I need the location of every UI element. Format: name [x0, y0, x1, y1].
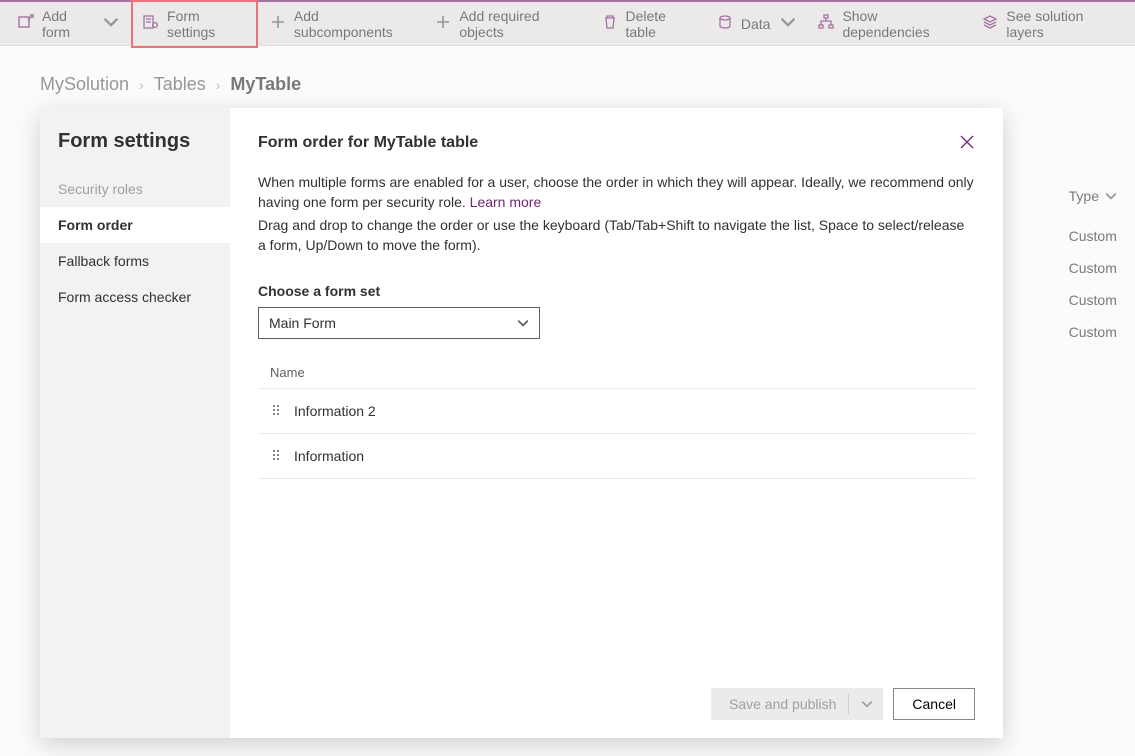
panel-title: Form settings — [40, 130, 230, 171]
form-settings-panel: Form settings Security roles Form order … — [40, 108, 1003, 738]
form-row-label: Information 2 — [294, 403, 376, 419]
nav-fallback-forms[interactable]: Fallback forms — [40, 243, 230, 279]
form-set-select[interactable]: Main Form — [258, 307, 540, 339]
panel-description-2: Drag and drop to change the order or use… — [258, 215, 975, 256]
form-row-label: Information — [294, 448, 364, 464]
panel-main: Form order for MyTable table When multip… — [230, 108, 1003, 738]
close-button[interactable] — [951, 126, 983, 158]
form-order-row[interactable]: Information — [258, 434, 975, 479]
panel-description-1: When multiple forms are enabled for a us… — [258, 172, 975, 213]
panel-footer: Save and publish Cancel — [258, 688, 975, 720]
desc-text-1: When multiple forms are enabled for a us… — [258, 174, 974, 210]
form-list-header: Name — [258, 357, 975, 389]
nav-form-order[interactable]: Form order — [40, 207, 230, 243]
form-set-value: Main Form — [269, 315, 336, 331]
button-split-divider — [848, 694, 849, 714]
cancel-button[interactable]: Cancel — [893, 688, 975, 720]
save-and-publish-button: Save and publish — [711, 688, 883, 720]
drag-handle-icon[interactable] — [270, 448, 282, 464]
panel-heading: Form order for MyTable table — [258, 134, 975, 152]
drag-handle-icon[interactable] — [270, 403, 282, 419]
learn-more-link[interactable]: Learn more — [470, 194, 542, 210]
chevron-down-icon — [517, 317, 529, 329]
panel-nav: Form settings Security roles Form order … — [40, 108, 230, 738]
choose-form-set-label: Choose a form set — [258, 283, 975, 299]
nav-security-roles[interactable]: Security roles — [40, 171, 230, 207]
save-publish-label: Save and publish — [729, 696, 836, 712]
nav-form-access-checker[interactable]: Form access checker — [40, 279, 230, 315]
close-icon — [959, 134, 975, 150]
form-order-row[interactable]: Information 2 — [258, 389, 975, 434]
chevron-down-icon — [861, 698, 873, 710]
